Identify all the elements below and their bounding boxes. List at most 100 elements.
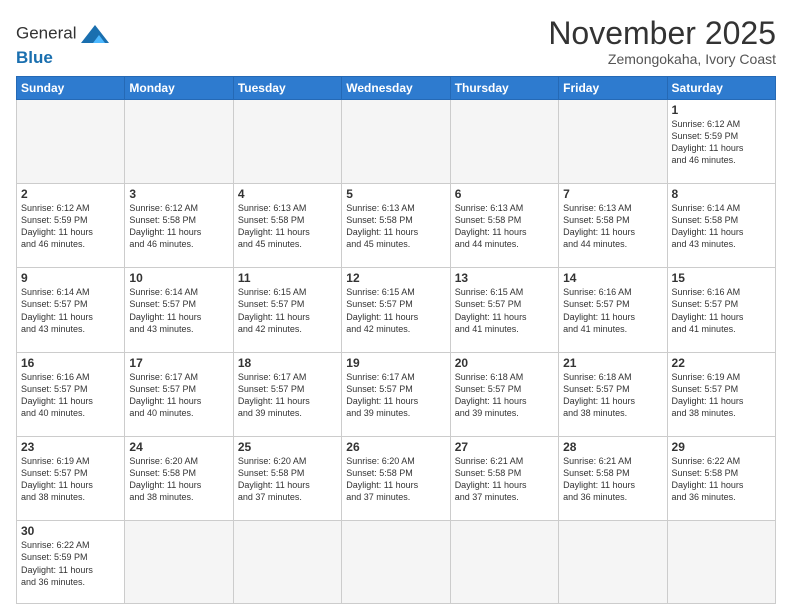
day-info: Sunrise: 6:13 AM Sunset: 5:58 PM Dayligh… — [238, 202, 337, 251]
calendar-row-4: 16Sunrise: 6:16 AM Sunset: 5:57 PM Dayli… — [17, 352, 776, 436]
calendar-cell-30: 25Sunrise: 6:20 AM Sunset: 5:58 PM Dayli… — [233, 436, 341, 520]
calendar-cell-24: 19Sunrise: 6:17 AM Sunset: 5:57 PM Dayli… — [342, 352, 450, 436]
calendar-cell-12: 7Sunrise: 6:13 AM Sunset: 5:58 PM Daylig… — [559, 183, 667, 267]
day-info: Sunrise: 6:22 AM Sunset: 5:59 PM Dayligh… — [21, 539, 120, 588]
calendar-cell-3 — [342, 99, 450, 183]
calendar-cell-18: 13Sunrise: 6:15 AM Sunset: 5:57 PM Dayli… — [450, 268, 558, 352]
calendar-cell-7: 2Sunrise: 6:12 AM Sunset: 5:59 PM Daylig… — [17, 183, 125, 267]
calendar-cell-36 — [125, 521, 233, 604]
calendar-cell-5 — [559, 99, 667, 183]
calendar-cell-9: 4Sunrise: 6:13 AM Sunset: 5:58 PM Daylig… — [233, 183, 341, 267]
calendar-row-2: 2Sunrise: 6:12 AM Sunset: 5:59 PM Daylig… — [17, 183, 776, 267]
day-info: Sunrise: 6:12 AM Sunset: 5:58 PM Dayligh… — [129, 202, 228, 251]
calendar-row-3: 9Sunrise: 6:14 AM Sunset: 5:57 PM Daylig… — [17, 268, 776, 352]
calendar-cell-41 — [667, 521, 775, 604]
day-number: 18 — [238, 356, 337, 370]
day-info: Sunrise: 6:16 AM Sunset: 5:57 PM Dayligh… — [672, 286, 771, 335]
day-number: 4 — [238, 187, 337, 201]
calendar-cell-8: 3Sunrise: 6:12 AM Sunset: 5:58 PM Daylig… — [125, 183, 233, 267]
day-info: Sunrise: 6:20 AM Sunset: 5:58 PM Dayligh… — [238, 455, 337, 504]
day-number: 2 — [21, 187, 120, 201]
calendar-cell-31: 26Sunrise: 6:20 AM Sunset: 5:58 PM Dayli… — [342, 436, 450, 520]
day-number: 6 — [455, 187, 554, 201]
calendar-cell-19: 14Sunrise: 6:16 AM Sunset: 5:57 PM Dayli… — [559, 268, 667, 352]
calendar-cell-28: 23Sunrise: 6:19 AM Sunset: 5:57 PM Dayli… — [17, 436, 125, 520]
calendar-cell-1 — [125, 99, 233, 183]
calendar-cell-16: 11Sunrise: 6:15 AM Sunset: 5:57 PM Dayli… — [233, 268, 341, 352]
calendar-cell-35: 30Sunrise: 6:22 AM Sunset: 5:59 PM Dayli… — [17, 521, 125, 604]
calendar-row-6: 30Sunrise: 6:22 AM Sunset: 5:59 PM Dayli… — [17, 521, 776, 604]
day-info: Sunrise: 6:13 AM Sunset: 5:58 PM Dayligh… — [455, 202, 554, 251]
day-info: Sunrise: 6:19 AM Sunset: 5:57 PM Dayligh… — [672, 371, 771, 420]
day-info: Sunrise: 6:13 AM Sunset: 5:58 PM Dayligh… — [346, 202, 445, 251]
day-info: Sunrise: 6:14 AM Sunset: 5:57 PM Dayligh… — [21, 286, 120, 335]
location: Zemongokaha, Ivory Coast — [548, 51, 776, 67]
weekday-saturday: Saturday — [667, 76, 775, 99]
weekday-header-row: SundayMondayTuesdayWednesdayThursdayFrid… — [17, 76, 776, 99]
day-info: Sunrise: 6:21 AM Sunset: 5:58 PM Dayligh… — [455, 455, 554, 504]
calendar-row-5: 23Sunrise: 6:19 AM Sunset: 5:57 PM Dayli… — [17, 436, 776, 520]
calendar-cell-26: 21Sunrise: 6:18 AM Sunset: 5:57 PM Dayli… — [559, 352, 667, 436]
day-info: Sunrise: 6:13 AM Sunset: 5:58 PM Dayligh… — [563, 202, 662, 251]
calendar-cell-37 — [233, 521, 341, 604]
day-info: Sunrise: 6:15 AM Sunset: 5:57 PM Dayligh… — [238, 286, 337, 335]
calendar-cell-32: 27Sunrise: 6:21 AM Sunset: 5:58 PM Dayli… — [450, 436, 558, 520]
calendar-cell-27: 22Sunrise: 6:19 AM Sunset: 5:57 PM Dayli… — [667, 352, 775, 436]
calendar-cell-10: 5Sunrise: 6:13 AM Sunset: 5:58 PM Daylig… — [342, 183, 450, 267]
day-number: 14 — [563, 271, 662, 285]
title-block: November 2025 Zemongokaha, Ivory Coast — [548, 16, 776, 67]
header: General Blue November 2025 Zemongokaha, … — [16, 16, 776, 68]
logo-general: General — [16, 23, 76, 42]
logo-blue: Blue — [16, 48, 114, 68]
day-number: 27 — [455, 440, 554, 454]
page: General Blue November 2025 Zemongokaha, … — [0, 0, 792, 612]
calendar-cell-40 — [559, 521, 667, 604]
day-info: Sunrise: 6:14 AM Sunset: 5:58 PM Dayligh… — [672, 202, 771, 251]
calendar-cell-4 — [450, 99, 558, 183]
day-info: Sunrise: 6:14 AM Sunset: 5:57 PM Dayligh… — [129, 286, 228, 335]
day-number: 11 — [238, 271, 337, 285]
day-info: Sunrise: 6:17 AM Sunset: 5:57 PM Dayligh… — [129, 371, 228, 420]
calendar-cell-11: 6Sunrise: 6:13 AM Sunset: 5:58 PM Daylig… — [450, 183, 558, 267]
calendar-cell-6: 1Sunrise: 6:12 AM Sunset: 5:59 PM Daylig… — [667, 99, 775, 183]
logo: General Blue — [16, 20, 114, 68]
weekday-thursday: Thursday — [450, 76, 558, 99]
calendar-cell-38 — [342, 521, 450, 604]
calendar-cell-33: 28Sunrise: 6:21 AM Sunset: 5:58 PM Dayli… — [559, 436, 667, 520]
day-number: 22 — [672, 356, 771, 370]
calendar-cell-15: 10Sunrise: 6:14 AM Sunset: 5:57 PM Dayli… — [125, 268, 233, 352]
calendar-cell-29: 24Sunrise: 6:20 AM Sunset: 5:58 PM Dayli… — [125, 436, 233, 520]
weekday-tuesday: Tuesday — [233, 76, 341, 99]
day-info: Sunrise: 6:19 AM Sunset: 5:57 PM Dayligh… — [21, 455, 120, 504]
day-info: Sunrise: 6:18 AM Sunset: 5:57 PM Dayligh… — [455, 371, 554, 420]
day-info: Sunrise: 6:20 AM Sunset: 5:58 PM Dayligh… — [346, 455, 445, 504]
day-number: 12 — [346, 271, 445, 285]
calendar-row-1: 1Sunrise: 6:12 AM Sunset: 5:59 PM Daylig… — [17, 99, 776, 183]
day-number: 29 — [672, 440, 771, 454]
day-number: 30 — [21, 524, 120, 538]
day-info: Sunrise: 6:22 AM Sunset: 5:58 PM Dayligh… — [672, 455, 771, 504]
weekday-wednesday: Wednesday — [342, 76, 450, 99]
day-number: 28 — [563, 440, 662, 454]
day-number: 9 — [21, 271, 120, 285]
calendar-cell-2 — [233, 99, 341, 183]
calendar-cell-21: 16Sunrise: 6:16 AM Sunset: 5:57 PM Dayli… — [17, 352, 125, 436]
day-info: Sunrise: 6:21 AM Sunset: 5:58 PM Dayligh… — [563, 455, 662, 504]
weekday-sunday: Sunday — [17, 76, 125, 99]
calendar-cell-17: 12Sunrise: 6:15 AM Sunset: 5:57 PM Dayli… — [342, 268, 450, 352]
day-info: Sunrise: 6:17 AM Sunset: 5:57 PM Dayligh… — [238, 371, 337, 420]
day-number: 26 — [346, 440, 445, 454]
day-info: Sunrise: 6:20 AM Sunset: 5:58 PM Dayligh… — [129, 455, 228, 504]
calendar-cell-20: 15Sunrise: 6:16 AM Sunset: 5:57 PM Dayli… — [667, 268, 775, 352]
day-number: 8 — [672, 187, 771, 201]
day-number: 23 — [21, 440, 120, 454]
day-number: 16 — [21, 356, 120, 370]
day-info: Sunrise: 6:12 AM Sunset: 5:59 PM Dayligh… — [21, 202, 120, 251]
calendar-cell-23: 18Sunrise: 6:17 AM Sunset: 5:57 PM Dayli… — [233, 352, 341, 436]
calendar-cell-14: 9Sunrise: 6:14 AM Sunset: 5:57 PM Daylig… — [17, 268, 125, 352]
day-info: Sunrise: 6:12 AM Sunset: 5:59 PM Dayligh… — [672, 118, 771, 167]
day-number: 15 — [672, 271, 771, 285]
day-info: Sunrise: 6:17 AM Sunset: 5:57 PM Dayligh… — [346, 371, 445, 420]
day-info: Sunrise: 6:16 AM Sunset: 5:57 PM Dayligh… — [21, 371, 120, 420]
calendar-table: SundayMondayTuesdayWednesdayThursdayFrid… — [16, 76, 776, 604]
